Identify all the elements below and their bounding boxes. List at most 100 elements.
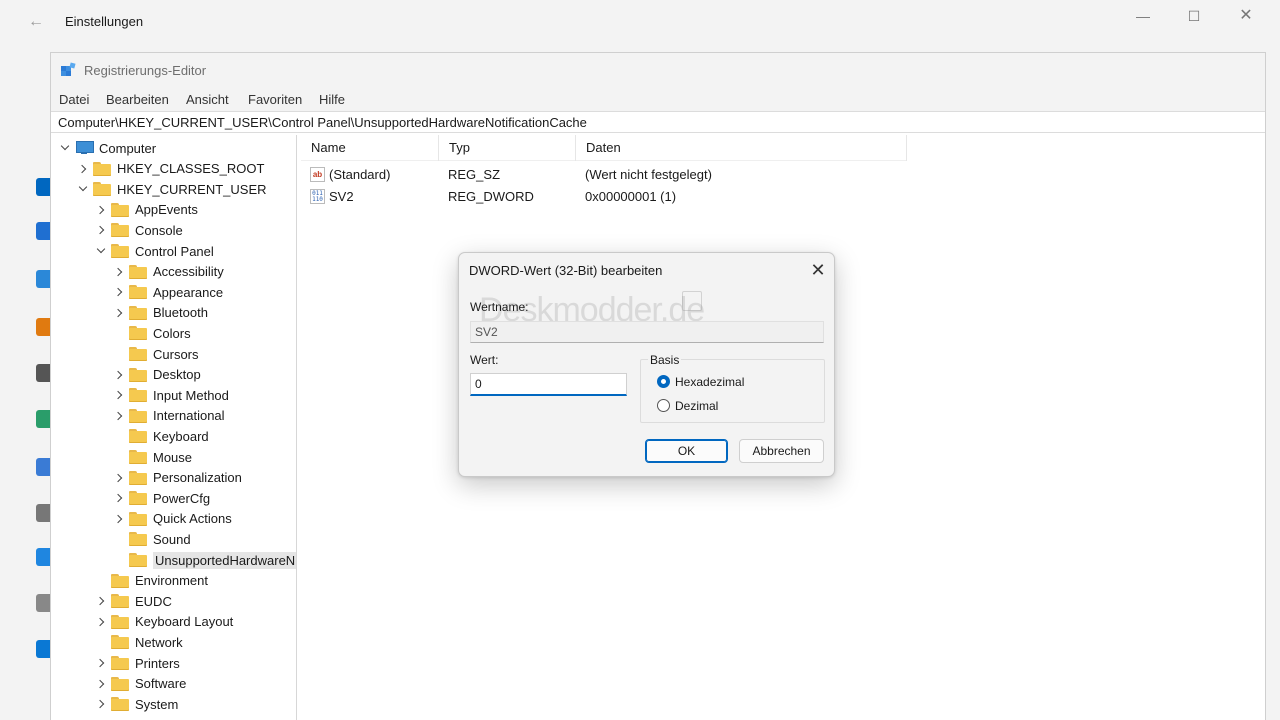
tree-node[interactable]: Console — [95, 220, 183, 240]
back-arrow-icon[interactable]: ← — [26, 12, 46, 32]
tree-node-label: Accessibility — [153, 264, 224, 280]
minimize-button[interactable]: — — [1123, 4, 1163, 28]
tree-node-label: HKEY_CLASSES_ROOT — [117, 161, 265, 177]
tree-node[interactable]: Keyboard Layout — [95, 612, 233, 632]
settings-nav-icon[interactable] — [36, 318, 50, 336]
tree-node-label: Keyboard Layout — [135, 614, 234, 630]
chevron-right-icon[interactable] — [113, 307, 125, 319]
chevron-right-icon[interactable] — [113, 410, 125, 422]
value-data-input[interactable] — [471, 374, 621, 394]
tree-node[interactable]: Sound — [113, 529, 191, 549]
radio-hexadecimal-label[interactable]: Hexadezimal — [675, 375, 744, 389]
address-path[interactable]: Computer\HKEY_CURRENT_USER\Control Panel… — [58, 115, 587, 130]
tree-node-label: PowerCfg — [153, 490, 211, 506]
tree-node-label: Keyboard — [153, 428, 209, 444]
chevron-right-icon[interactable] — [95, 657, 107, 669]
regedit-titlebar: Registrierungs-Editor — [51, 53, 1265, 87]
cancel-button[interactable]: Abbrechen — [739, 439, 824, 463]
chevron-down-icon[interactable] — [77, 183, 89, 195]
radio-decimal[interactable] — [657, 399, 670, 412]
value-data-field[interactable] — [470, 373, 627, 396]
tree-node[interactable]: Mouse — [113, 447, 192, 467]
tree-node-label: Printers — [135, 655, 180, 671]
chevron-down-icon[interactable] — [95, 245, 107, 257]
tree-node-label: HKEY_CURRENT_USER — [117, 181, 267, 197]
chevron-right-icon[interactable] — [95, 595, 107, 607]
close-icon[interactable]: ✕ — [807, 259, 829, 281]
column-header-data[interactable]: Daten — [576, 135, 907, 161]
tree-node[interactable]: Control Panel — [95, 241, 214, 261]
chevron-right-icon[interactable] — [95, 698, 107, 710]
chevron-right-icon[interactable] — [113, 492, 125, 504]
tree-node[interactable]: Computer — [59, 138, 156, 158]
menu-ansicht[interactable]: Ansicht — [186, 92, 229, 107]
tree-node[interactable]: PowerCfg — [113, 488, 210, 508]
radio-hexadecimal[interactable] — [657, 375, 670, 388]
tree-node[interactable]: HKEY_CLASSES_ROOT — [77, 159, 264, 179]
tree-node[interactable]: Appearance — [113, 282, 223, 302]
maximize-button[interactable]: ☐ — [1174, 4, 1214, 28]
regedit-app-icon — [61, 62, 76, 76]
settings-nav-icon[interactable] — [36, 548, 50, 566]
tree-node[interactable]: AppEvents — [95, 200, 198, 220]
tree-node[interactable]: Desktop — [113, 365, 201, 385]
chevron-right-icon[interactable] — [95, 616, 107, 628]
chevron-right-icon[interactable] — [113, 286, 125, 298]
chevron-right-icon[interactable] — [113, 389, 125, 401]
chevron-right-icon[interactable] — [95, 678, 107, 690]
tree-node[interactable]: UnsupportedHardwareN — [113, 550, 296, 570]
ok-button[interactable]: OK — [645, 439, 728, 463]
settings-titlebar: ← Einstellungen — ☐ ✕ — [0, 0, 1280, 50]
tree-node[interactable]: Personalization — [113, 468, 242, 488]
settings-nav-icon[interactable] — [36, 594, 50, 612]
menu-datei[interactable]: Datei — [59, 92, 89, 107]
column-header-name[interactable]: Name — [301, 135, 439, 161]
radio-decimal-label[interactable]: Dezimal — [675, 399, 718, 413]
settings-nav-icon[interactable] — [36, 222, 50, 240]
chevron-right-icon[interactable] — [95, 204, 107, 216]
settings-nav-icon[interactable] — [36, 640, 50, 658]
tree-node[interactable]: Input Method — [113, 385, 229, 405]
tree-node[interactable]: Printers — [95, 653, 180, 673]
chevron-right-icon[interactable] — [95, 224, 107, 236]
chevron-right-icon[interactable] — [77, 163, 89, 175]
value-row[interactable]: ab (Standard) REG_SZ (Wert nicht festgel… — [301, 164, 907, 186]
folder-icon — [129, 429, 147, 444]
tree-node[interactable]: EUDC — [95, 591, 172, 611]
tree-node[interactable]: Accessibility — [113, 262, 224, 282]
column-header-type[interactable]: Typ — [439, 135, 576, 161]
chevron-down-icon[interactable] — [59, 142, 71, 154]
tree-node[interactable]: Bluetooth — [113, 303, 208, 323]
tree-node[interactable]: Environment — [95, 571, 208, 591]
tree-node[interactable]: Network — [95, 632, 183, 652]
chevron-right-icon[interactable] — [113, 513, 125, 525]
chevron-right-icon[interactable] — [113, 472, 125, 484]
tree-node[interactable]: Cursors — [113, 344, 199, 364]
menu-favoriten[interactable]: Favoriten — [248, 92, 302, 107]
value-row[interactable]: 011 110 SV2 REG_DWORD 0x00000001 (1) — [301, 186, 907, 208]
tree-node[interactable]: System — [95, 694, 178, 714]
value-data-label: Wert: — [470, 353, 499, 367]
no-chevron — [95, 636, 107, 648]
tree-node[interactable]: International — [113, 406, 225, 426]
chevron-right-icon[interactable] — [113, 266, 125, 278]
settings-nav-icon[interactable] — [36, 504, 50, 522]
chevron-right-icon[interactable] — [113, 369, 125, 381]
tree-node[interactable]: Colors — [113, 323, 191, 343]
close-button[interactable]: ✕ — [1226, 4, 1266, 28]
registry-tree[interactable]: Computer HKEY_CLASSES_ROOT HKEY_CURRENT_US… — [51, 135, 297, 720]
value-type: REG_DWORD — [448, 189, 534, 204]
settings-nav-icon[interactable] — [36, 178, 50, 196]
menu-hilfe[interactable]: Hilfe — [319, 92, 345, 107]
settings-nav-icon[interactable] — [36, 270, 50, 288]
address-bar[interactable]: Computer\HKEY_CURRENT_USER\Control Panel… — [51, 111, 1265, 133]
settings-nav-icon[interactable] — [36, 458, 50, 476]
tree-node[interactable]: HKEY_CURRENT_USER — [77, 179, 267, 199]
tree-node[interactable]: Keyboard — [113, 426, 209, 446]
menu-bearbeiten[interactable]: Bearbeiten — [106, 92, 169, 107]
settings-nav-icon[interactable] — [36, 364, 50, 382]
settings-nav-icon[interactable] — [36, 410, 50, 428]
basis-label: Basis — [648, 353, 682, 367]
tree-node[interactable]: Quick Actions — [113, 509, 232, 529]
tree-node[interactable]: Software — [95, 674, 186, 694]
